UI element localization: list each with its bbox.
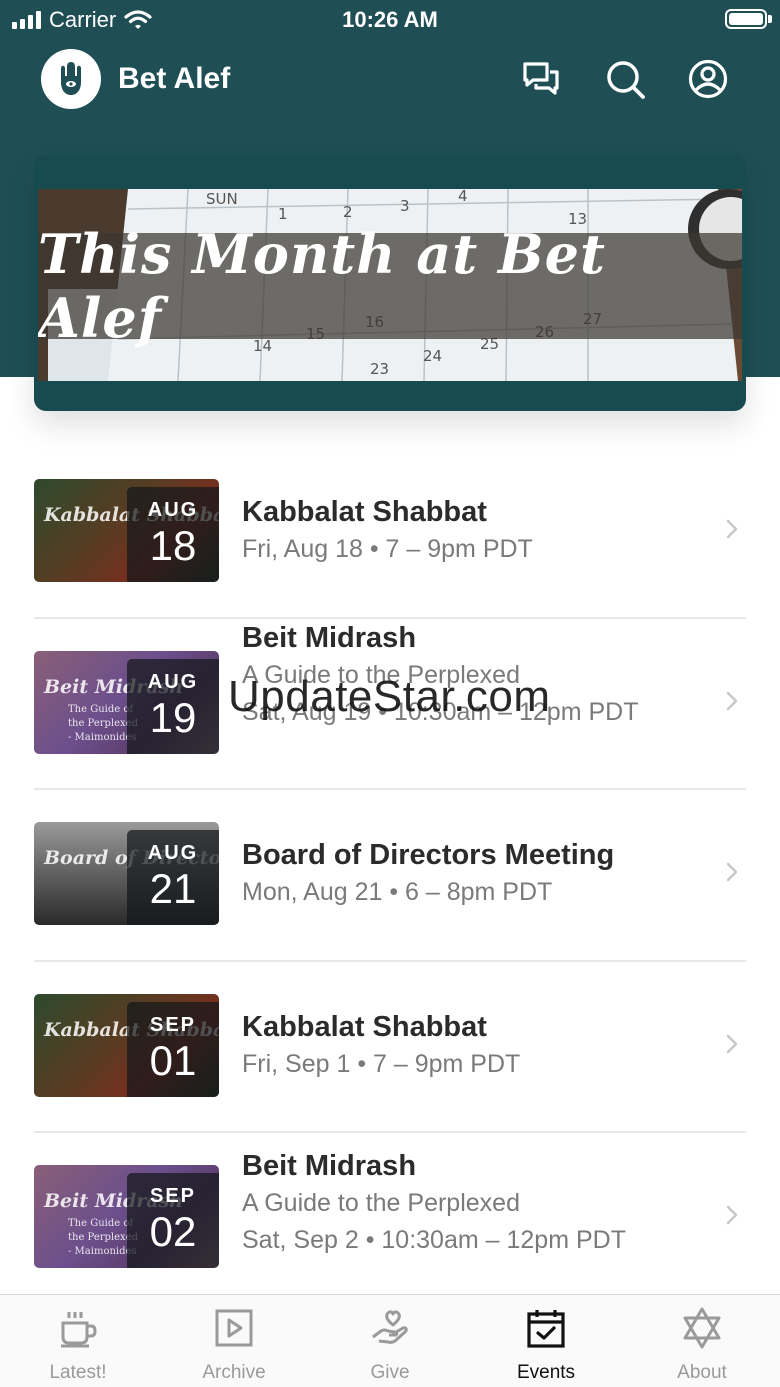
event-title: Kabbalat Shabbat	[242, 1010, 487, 1043]
event-day: 18	[149, 522, 197, 569]
chevron-right-icon	[726, 1205, 738, 1225]
chevron-right-icon	[726, 1034, 738, 1053]
svg-text:3: 3	[400, 197, 410, 215]
battery-cap	[768, 15, 772, 23]
date-badge: SEP 01	[127, 1001, 219, 1097]
play-square-icon	[215, 1309, 253, 1347]
chevron-right-icon	[726, 519, 738, 539]
tab-archive[interactable]: Archive	[156, 1295, 312, 1387]
account-icon[interactable]	[687, 58, 729, 100]
event-title: Beit Midrash	[242, 621, 417, 654]
banner-title: This Month at Bet Alef	[38, 222, 742, 350]
tab-bar: Latest! Archive Give Events About	[0, 1294, 780, 1387]
event-month: AUG	[147, 670, 199, 693]
event-month: AUG	[147, 499, 199, 521]
event-day: 02	[149, 1208, 197, 1255]
chevron-right-icon	[726, 691, 738, 710]
event-title: Kabbalat Shabbat	[242, 496, 487, 528]
svg-text:SUN: SUN	[206, 190, 238, 208]
event-thumbnail: Kabbalat Shabbat AUG 18	[34, 479, 219, 582]
event-month: SEP	[149, 1013, 197, 1036]
calendar-check-icon	[527, 1310, 565, 1348]
event-thumbnail: Beit Midrash The Guide of the Perplexed …	[34, 650, 219, 754]
event-day: 19	[149, 693, 197, 741]
event-row[interactable]: Beit Midrash The Guide of the Perplexed …	[34, 1133, 746, 1305]
event-datetime: Fri, Aug 18 • 7 – 9pm PDT	[242, 535, 533, 563]
tab-label: Give	[370, 1362, 410, 1383]
chevron-right-icon	[726, 862, 738, 882]
tab-about[interactable]: About	[624, 1295, 780, 1387]
coffee-cup-icon	[61, 1312, 97, 1348]
tab-label: About	[677, 1362, 727, 1383]
event-thumbnail: Kabbalat Shabbat SEP 01	[34, 993, 219, 1097]
event-info: Kabbalat Shabbat Fri, Sep 1 • 7 – 9pm PD…	[242, 1008, 712, 1083]
featured-banner[interactable]: SUN12 3413 141516 242526 2723 This Month…	[34, 155, 746, 411]
event-datetime: Fri, Sep 1 • 7 – 9pm PDT	[242, 1049, 521, 1078]
event-datetime: Mon, Aug 21 • 6 – 8pm PDT	[242, 878, 553, 906]
svg-text:4: 4	[458, 189, 468, 205]
event-subtitle: A Guide to the Perplexed	[242, 1189, 520, 1217]
event-title: Beit Midrash	[242, 1150, 417, 1182]
app-title: Bet Alef	[118, 62, 231, 95]
event-thumbnail: Beit Midrash The Guide of the Perplexed …	[34, 1165, 219, 1268]
svg-text:23: 23	[370, 360, 389, 378]
event-info: Beit Midrash A Guide to the Perplexed Sa…	[242, 1147, 712, 1259]
app-bar: Bet Alef	[0, 46, 780, 112]
svg-text:1: 1	[278, 205, 288, 223]
tab-label: Latest!	[49, 1362, 107, 1383]
svg-text:2: 2	[343, 203, 353, 221]
event-day: 21	[149, 865, 197, 912]
app-logo[interactable]	[41, 49, 101, 109]
event-month: AUG	[147, 842, 199, 864]
tab-events[interactable]: Events	[468, 1295, 624, 1387]
date-badge: AUG 21	[127, 830, 219, 925]
event-thumbnail: Board of Directors AUG 21	[34, 822, 219, 925]
hamsa-icon	[61, 62, 81, 95]
date-badge: AUG 18	[127, 487, 219, 582]
banner-image: SUN12 3413 141516 242526 2723 This Month…	[38, 189, 742, 381]
event-row[interactable]: Board of Directors AUG 21 Board of Direc…	[34, 790, 746, 962]
chat-icon[interactable]	[520, 58, 562, 100]
event-month: SEP	[149, 1185, 197, 1207]
battery-icon	[725, 9, 767, 29]
status-bar: Carrier 10:26 AM	[0, 0, 780, 40]
tab-latest[interactable]: Latest!	[0, 1295, 156, 1387]
watermark: UpdateStar.com	[228, 672, 551, 721]
event-info: Kabbalat Shabbat Fri, Aug 18 • 7 – 9pm P…	[242, 493, 712, 568]
event-title: Board of Directors Meeting	[242, 839, 615, 871]
heart-hand-icon	[372, 1310, 408, 1344]
event-list: Kabbalat Shabbat AUG 18 Kabbalat Shabbat…	[34, 447, 746, 1305]
tab-label: Events	[516, 1362, 576, 1383]
event-row[interactable]: Kabbalat Shabbat SEP 01 Kabbalat Shabbat…	[34, 962, 746, 1133]
date-badge: SEP 02	[127, 1173, 219, 1268]
event-row[interactable]: Kabbalat Shabbat AUG 18 Kabbalat Shabbat…	[34, 447, 746, 619]
star-of-david-icon	[683, 1307, 721, 1349]
tab-give[interactable]: Give	[312, 1295, 468, 1387]
status-time: 10:26 AM	[342, 7, 438, 32]
search-icon[interactable]	[604, 58, 646, 100]
event-datetime: Sat, Sep 2 • 10:30am – 12pm PDT	[242, 1226, 626, 1254]
date-badge: AUG 19	[127, 658, 219, 754]
tab-label: Archive	[202, 1362, 266, 1383]
event-day: 01	[149, 1036, 197, 1084]
event-info: Board of Directors Meeting Mon, Aug 21 •…	[242, 836, 712, 911]
